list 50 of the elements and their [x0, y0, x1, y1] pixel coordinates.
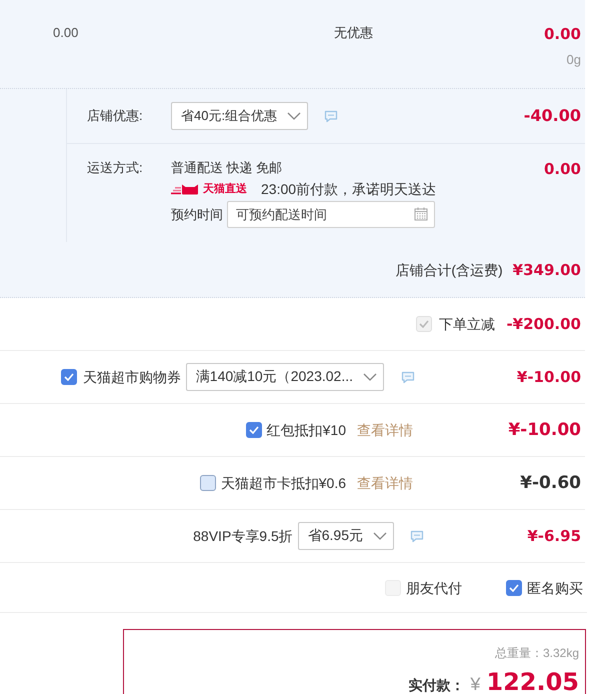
coupon-label: 天猫超市购物券 — [82, 368, 181, 387]
discount-amount: ¥-10.00 — [516, 367, 581, 387]
discount-amount: ¥-6.95 — [527, 526, 581, 546]
discount-amount: ¥-0.60 — [520, 473, 581, 493]
calendar-icon[interactable] — [414, 207, 428, 221]
chevron-down-icon — [287, 112, 302, 120]
check-icon — [64, 373, 74, 381]
discount-amount: ¥-10.00 — [508, 420, 581, 440]
promotion-text: 无优惠 — [334, 24, 373, 42]
checkbox[interactable] — [60, 369, 77, 385]
cat-logo-icon — [171, 184, 199, 194]
message-icon[interactable] — [324, 110, 338, 122]
store-total-amount: ¥349.00 — [512, 260, 581, 280]
checkbox[interactable] — [506, 580, 522, 596]
option-label: 匿名购买 — [527, 578, 583, 598]
check-icon — [419, 320, 429, 328]
store-discount-amount: -40.00 — [524, 106, 581, 126]
delivery-badge-text: 天猫直送 — [203, 182, 247, 197]
check-icon — [248, 426, 259, 434]
message-icon[interactable] — [401, 370, 415, 384]
payment-label: 实付款： — [408, 677, 464, 694]
store-discount-label: 店铺优惠: — [87, 107, 143, 125]
unit-price-text: 0.00 — [53, 24, 78, 42]
shipping-method-text: 普通配送 快递 免邮 — [171, 159, 282, 177]
discount-label: 红包抵扣¥10 — [266, 421, 346, 440]
discount-label: 天猫超市卡抵扣¥0.6 — [220, 474, 346, 493]
shipping-label: 运送方式: — [87, 159, 143, 177]
delivery-promise-text: 23:00前付款，承诺明天送达 — [261, 180, 436, 198]
shipping-amount: 0.00 — [544, 159, 581, 179]
member-discount-select[interactable]: 省6.95元 — [298, 522, 394, 550]
discount-label: 下单立减 — [439, 315, 495, 334]
message-icon[interactable] — [410, 530, 424, 542]
store-discount-select[interactable]: 省40元:组合优惠 — [171, 102, 308, 130]
payment-total: 122.05 — [486, 669, 579, 694]
chevron-down-icon — [373, 532, 387, 540]
store-total-label: 店铺合计(含运费) — [395, 260, 503, 280]
check-icon — [509, 584, 519, 592]
currency-symbol: ¥ — [470, 674, 480, 694]
option-label: 朋友代付 — [406, 578, 462, 598]
item-amount: 0.00 — [544, 24, 581, 44]
chevron-down-icon — [363, 373, 377, 381]
discount-amount: -¥200.00 — [506, 314, 581, 334]
coupon-select[interactable]: 满140减10元（2023.02... — [186, 363, 384, 391]
appointment-label: 预约时间 — [171, 206, 223, 224]
checkbox[interactable] — [246, 422, 262, 438]
checkbox[interactable] — [200, 475, 216, 491]
appointment-field[interactable]: 可预约配送时间 — [227, 201, 435, 228]
weight-text: 0g — [566, 52, 581, 68]
member-discount-label: 88VIP专享9.5折 — [193, 527, 293, 546]
total-weight-text: 总重量：3.32kg — [494, 645, 579, 661]
